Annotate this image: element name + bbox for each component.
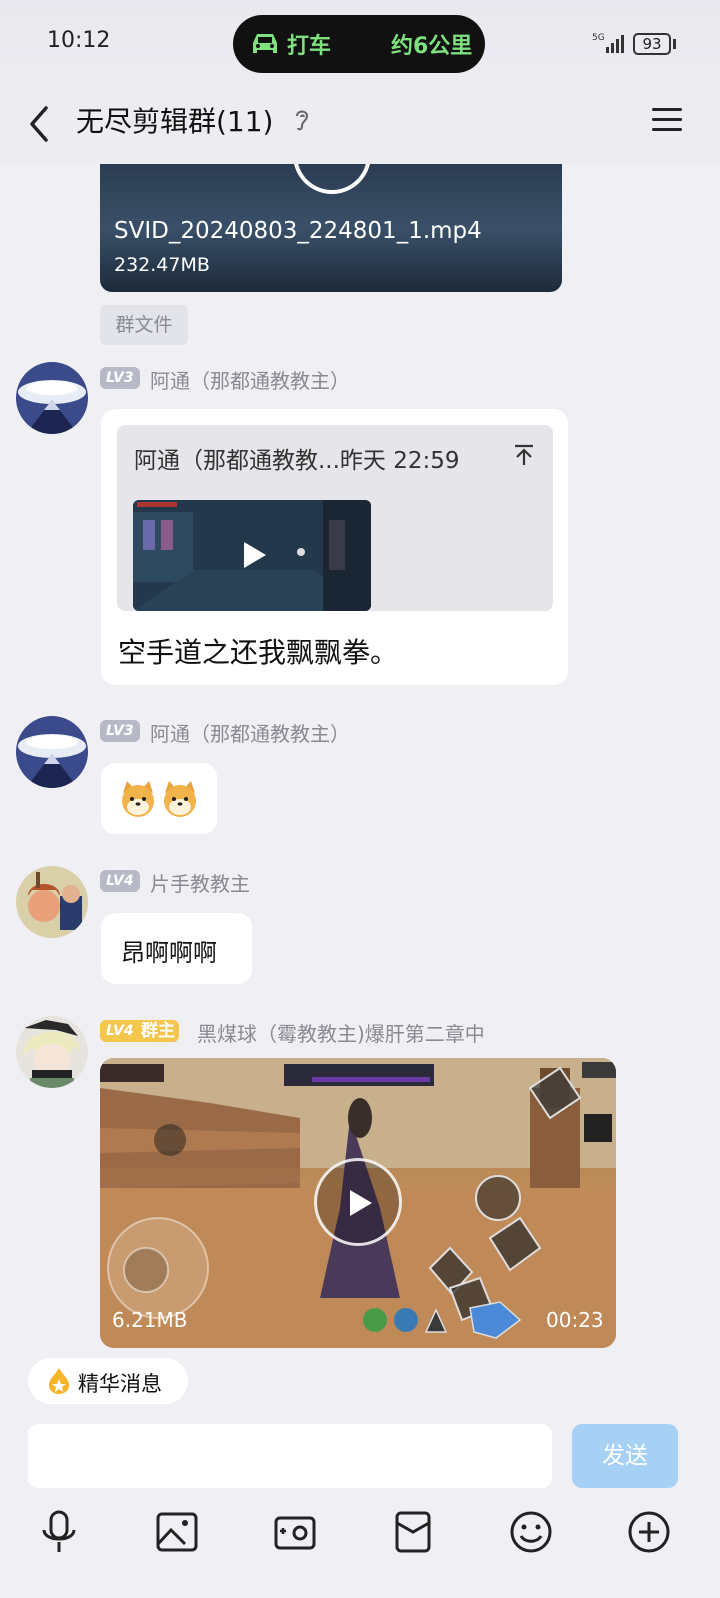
play-icon xyxy=(244,542,266,568)
group-title[interactable]: 无尽剪辑群(11) xyxy=(76,100,273,140)
quoted-message[interactable]: 阿通（那都通教教...昨天 22:59 xyxy=(117,425,553,611)
ear-icon[interactable] xyxy=(292,106,312,134)
battery-indicator: 93 xyxy=(633,33,671,55)
play-icon xyxy=(293,164,371,194)
car-icon xyxy=(253,34,277,53)
status-bar: 10:12 打车 约6公里 5G 93 xyxy=(0,0,720,88)
jump-to-top-icon[interactable] xyxy=(512,443,536,467)
chat-header: 无尽剪辑群(11) xyxy=(0,88,720,164)
group-file-tag[interactable]: 群文件 xyxy=(100,305,188,345)
send-button[interactable]: 发送 xyxy=(572,1424,678,1488)
chat-message-list[interactable]: SVID_20240803_224801_1.mp4 232.47MB 群文件 … xyxy=(0,164,720,1374)
level-badge: LV4 xyxy=(100,870,140,892)
avatar[interactable] xyxy=(16,1016,88,1088)
plus-icon[interactable] xyxy=(627,1510,671,1554)
message-text: 空手道之还我飘飘拳。 xyxy=(118,636,399,669)
level-badge: LV3 xyxy=(100,367,140,389)
group-owner-badge: 群主 xyxy=(137,1020,179,1042)
status-time: 10:12 xyxy=(47,28,111,53)
microphone-icon[interactable] xyxy=(37,1510,81,1554)
file-message-card[interactable]: SVID_20240803_224801_1.mp4 232.47MB xyxy=(100,164,562,292)
signal-icon: 5G xyxy=(592,33,624,53)
quoted-video-thumbnail[interactable] xyxy=(133,500,371,611)
avatar[interactable] xyxy=(16,362,88,434)
sender-name: 阿通（那都通教教主） xyxy=(150,722,350,746)
quote-header: 阿通（那都通教教...昨天 22:59 xyxy=(134,448,460,474)
taxi-island[interactable]: 打车 约6公里 xyxy=(233,15,485,73)
flame-icon xyxy=(49,1368,69,1394)
play-button[interactable] xyxy=(314,1158,402,1246)
back-arrow-icon[interactable] xyxy=(26,102,56,146)
emoji-icon[interactable] xyxy=(509,1510,553,1554)
level-badge: LV3 xyxy=(100,720,140,742)
sender-name: 片手教教主 xyxy=(150,872,250,896)
essence-label: 精华消息 xyxy=(78,1372,162,1396)
menu-icon[interactable] xyxy=(650,103,684,137)
file-name: SVID_20240803_224801_1.mp4 xyxy=(114,218,482,244)
red-packet-icon[interactable] xyxy=(391,1510,435,1554)
taxi-distance: 约6公里 xyxy=(391,34,473,59)
avatar[interactable] xyxy=(16,866,88,938)
video-message[interactable]: 6.21MB 00:23 xyxy=(100,1058,616,1348)
camera-icon[interactable] xyxy=(273,1510,317,1554)
sender-name: 黑煤球（霉教教主)爆肝第二章中 xyxy=(197,1022,485,1046)
taxi-label: 打车 xyxy=(287,34,332,59)
play-icon xyxy=(350,1190,372,1216)
message-text: 昂啊啊啊 xyxy=(121,939,217,967)
video-duration: 00:23 xyxy=(546,1308,604,1332)
sender-name: 阿通（那都通教教主） xyxy=(150,369,350,393)
shiba-emoji-icon xyxy=(122,781,154,817)
shiba-emoji-icon xyxy=(164,781,196,817)
battery-tip xyxy=(673,39,676,49)
video-size: 6.21MB xyxy=(112,1308,188,1332)
emoji-bubble[interactable] xyxy=(101,763,217,834)
file-size: 232.47MB xyxy=(114,254,210,276)
avatar[interactable] xyxy=(16,716,88,788)
message-input[interactable] xyxy=(28,1424,552,1488)
message-bubble[interactable]: 昂啊啊啊 xyxy=(101,913,252,984)
message-bubble[interactable]: 阿通（那都通教教...昨天 22:59 空手道之还我飘飘拳。 xyxy=(101,409,568,685)
level-badge: LV4 xyxy=(100,1020,140,1042)
svg-text:5G: 5G xyxy=(592,33,605,43)
essence-messages-button[interactable]: 精华消息 xyxy=(28,1358,188,1404)
image-icon[interactable] xyxy=(155,1510,199,1554)
